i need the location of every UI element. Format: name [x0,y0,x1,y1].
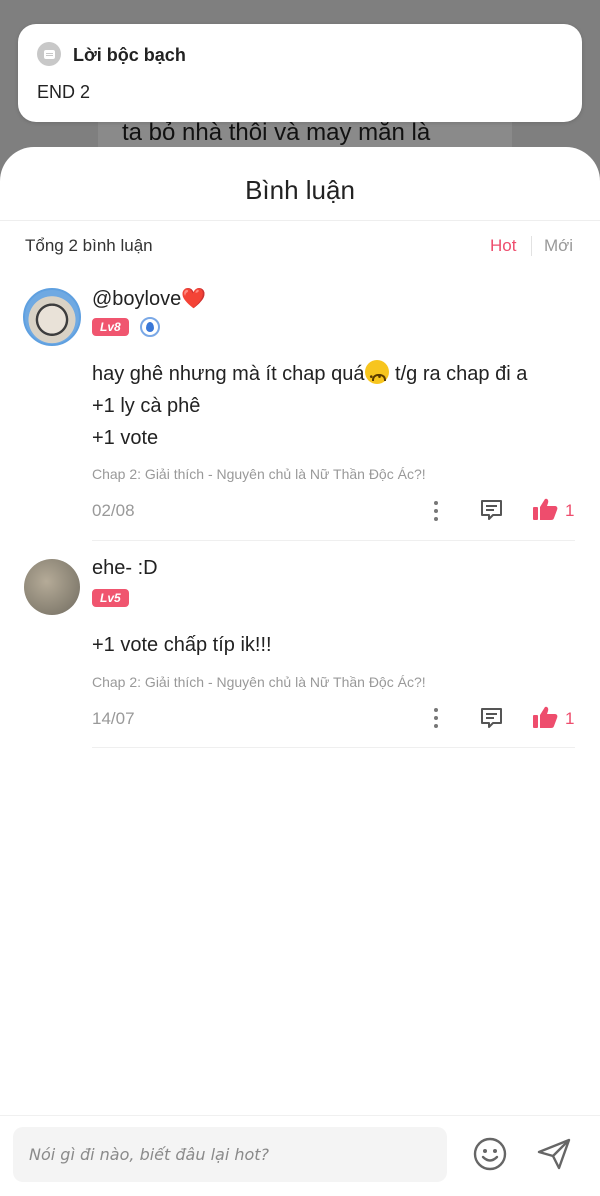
level-badge: Lv8 [92,318,129,336]
comment-text-line: +1 ly cà phê [92,395,201,417]
comment-text-line: hay ghê nhưng mà ít chap quá t/g ra chap… [92,358,528,394]
comments-sheet: Bình luận Tổng 2 bình luận Hot Mới @boyl… [0,147,600,1196]
notification-body: END 2 [37,82,91,102]
level-badge: Lv5 [92,589,129,607]
sort-hot-tab[interactable]: Hot [490,236,516,256]
background-story-text: ta bỏ nhà thôi và may mắn là [122,119,431,146]
comment-divider [92,540,575,541]
divider [0,220,600,221]
comment-item: ehe- :D Lv5 +1 vote chấp típ ik!!! Chap … [0,551,600,751]
avatar[interactable] [23,288,81,346]
sort-new-tab[interactable]: Mới [544,236,573,256]
avatar[interactable] [24,559,80,615]
like-count: 1 [565,501,575,520]
comment-text-line: +1 vote chấp típ ik!!! [92,634,272,656]
input-bar-divider [0,1115,600,1116]
comment-text-part: hay ghê nhưng mà ít chap quá [92,363,365,385]
heart-emoji: ❤️ [181,288,207,310]
thumbs-up-icon[interactable] [532,497,558,521]
comment-chapter[interactable]: Chap 2: Giải thích - Nguyên chủ là Nữ Th… [92,466,426,482]
verified-badge-icon [140,317,160,337]
comment-date: 02/08 [92,501,135,520]
like-count: 1 [565,709,575,728]
reply-icon[interactable] [479,706,504,730]
sort-separator [531,236,532,256]
sad-face-emoji [365,360,390,394]
reply-icon[interactable] [479,498,504,522]
comment-divider [92,747,575,748]
sheet-title: Bình luận [245,175,355,205]
more-options-icon[interactable] [431,501,441,523]
comment-item: @boylove❤️ Lv8 hay ghê nhưng mà ít chap … [0,284,600,542]
comment-text-part: t/g ra chap đi a [395,363,528,385]
comment-date: 14/07 [92,709,135,728]
emoji-icon[interactable] [473,1137,507,1171]
comment-text-line: +1 vote [92,427,159,449]
thumbs-up-icon[interactable] [532,705,558,729]
send-icon[interactable] [536,1137,572,1171]
comment-input[interactable] [13,1127,447,1182]
message-icon [37,42,61,66]
comment-username[interactable]: @boylove❤️ [92,286,206,311]
comment-total: Tổng 2 bình luận [25,236,153,255]
comment-chapter[interactable]: Chap 2: Giải thích - Nguyên chủ là Nữ Th… [92,674,426,690]
username-text: @boylove [92,288,182,310]
notification-title: Lời bộc bạch [73,45,186,65]
more-options-icon[interactable] [431,708,441,730]
comment-username[interactable]: ehe- :D [92,557,158,580]
notification-toast[interactable]: Lời bộc bạch END 2 [18,24,582,122]
